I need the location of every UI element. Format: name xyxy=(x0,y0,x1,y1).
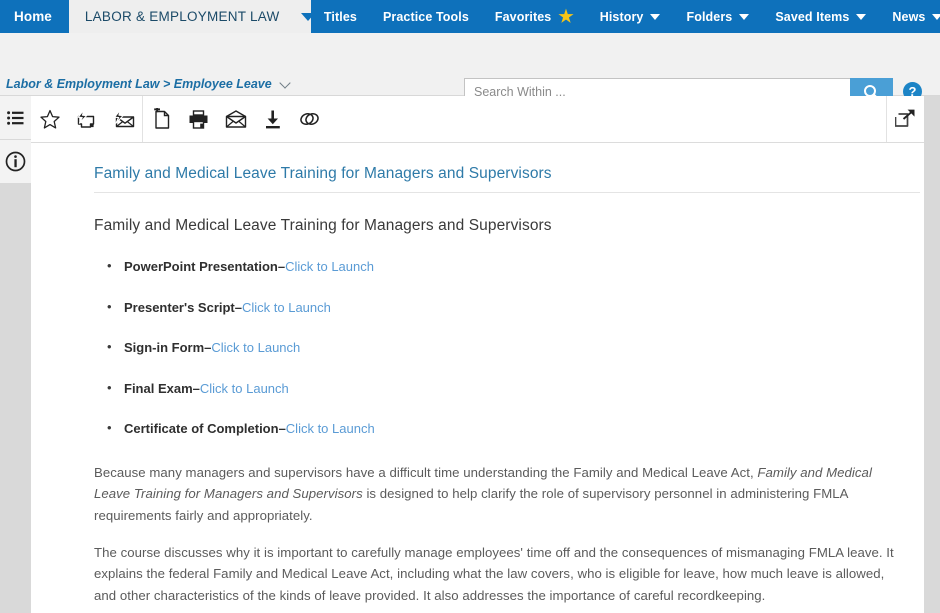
add-to-folder-button[interactable] xyxy=(143,96,180,142)
launch-link[interactable]: Click to Launch xyxy=(242,300,331,315)
active-practice-area-tab[interactable]: LABOR & EMPLOYMENT LAW xyxy=(68,0,316,33)
launch-link[interactable]: Click to Launch xyxy=(286,421,375,436)
download-icon xyxy=(265,110,280,128)
chevron-down-icon[interactable] xyxy=(281,79,292,90)
toolbar-group-quick-actions xyxy=(31,96,142,142)
nav-item-folders-label: Folders xyxy=(686,9,733,24)
table-of-contents-button[interactable] xyxy=(0,96,31,140)
active-tab-label: LABOR & EMPLOYMENT LAW xyxy=(84,9,280,24)
open-in-new-window-button[interactable] xyxy=(887,96,924,142)
print-icon xyxy=(189,109,208,129)
chevron-down-icon[interactable] xyxy=(301,12,316,21)
chevron-down-icon xyxy=(739,13,750,20)
right-edge-strip xyxy=(924,96,940,613)
chevron-down-icon xyxy=(856,13,867,20)
document-content: Family and Medical Leave Training for Ma… xyxy=(31,143,924,613)
document-heading-link[interactable]: Family and Medical Leave Training for Ma… xyxy=(94,165,920,193)
body-area: Family and Medical Leave Training for Ma… xyxy=(0,96,940,613)
launch-item-list: PowerPoint Presentation–Click to Launch … xyxy=(94,258,894,437)
list-item: Presenter's Script–Click to Launch xyxy=(107,299,894,316)
nav-item-news-label: News xyxy=(892,9,926,24)
chevron-down-icon xyxy=(650,13,661,20)
top-navigation-bar: Home LABOR & EMPLOYMENT LAW Titles Pract… xyxy=(0,0,940,33)
nav-item-history[interactable]: History xyxy=(587,0,674,33)
nav-item-favorites[interactable]: Favorites ★ xyxy=(482,0,587,33)
nav-item-titles-label: Titles xyxy=(323,9,357,24)
toolbar-group-delivery xyxy=(143,96,328,142)
top-nav-menu: Titles Practice Tools Favorites ★ Histor… xyxy=(311,0,940,33)
document-scroll-region[interactable]: Family and Medical Leave Training for Ma… xyxy=(31,143,924,613)
email-button[interactable] xyxy=(217,96,254,142)
nav-item-folders[interactable]: Folders xyxy=(673,0,762,33)
list-item: Certificate of Completion–Click to Launc… xyxy=(107,420,894,437)
list-item: PowerPoint Presentation–Click to Launch xyxy=(107,258,894,275)
launch-item-label: Final Exam– xyxy=(124,380,200,396)
breadcrumb: Labor & Employment Law > Employee Leave xyxy=(6,77,292,91)
nav-item-practice-tools-label: Practice Tools xyxy=(382,9,469,24)
paragraph-text: Because many managers and supervisors ha… xyxy=(94,464,758,480)
nav-item-favorites-label: Favorites xyxy=(494,9,552,24)
quick-email-icon xyxy=(113,108,134,127)
breadcrumb-label[interactable]: Labor & Employment Law > Employee Leave xyxy=(6,77,272,91)
launch-link[interactable]: Click to Launch xyxy=(285,259,374,274)
add-to-folder-icon xyxy=(153,108,169,129)
quick-print-button[interactable] xyxy=(68,96,105,142)
nav-item-history-label: History xyxy=(599,9,644,24)
nav-item-titles[interactable]: Titles xyxy=(311,0,370,33)
download-button[interactable] xyxy=(254,96,291,142)
list-item: Final Exam–Click to Launch xyxy=(107,380,894,397)
home-button-label: Home xyxy=(14,9,52,24)
chevron-down-icon xyxy=(932,13,940,20)
left-rail xyxy=(0,96,31,613)
nav-item-saved-items-label: Saved Items xyxy=(775,9,850,24)
application-window: Home LABOR & EMPLOYMENT LAW Titles Pract… xyxy=(0,0,940,613)
home-button[interactable]: Home xyxy=(0,0,69,33)
print-button[interactable] xyxy=(180,96,217,142)
page-header: Labor & Employment Law > Employee Leave … xyxy=(0,33,940,125)
email-icon xyxy=(225,109,246,128)
launch-item-label: Presenter's Script– xyxy=(124,299,242,315)
favorite-star-icon xyxy=(39,109,60,129)
nav-item-practice-tools[interactable]: Practice Tools xyxy=(370,0,482,33)
list-item: Sign-in Form–Click to Launch xyxy=(107,339,894,356)
document-panel: Family and Medical Leave Training for Ma… xyxy=(31,96,924,613)
table-of-contents-icon xyxy=(7,110,24,125)
info-icon xyxy=(5,151,26,172)
favorite-star-button[interactable] xyxy=(31,96,68,142)
copy-link-button[interactable] xyxy=(291,96,328,142)
document-paragraph: The course discusses why it is important… xyxy=(94,545,894,603)
quick-print-icon xyxy=(77,108,95,128)
quick-email-button[interactable] xyxy=(105,96,142,142)
link-icon xyxy=(300,113,319,125)
launch-link[interactable]: Click to Launch xyxy=(200,381,289,396)
toolbar-right-group xyxy=(886,96,924,142)
launch-link[interactable]: Click to Launch xyxy=(211,340,300,355)
document-heading: Family and Medical Leave Training for Ma… xyxy=(94,217,552,234)
document-paragraph: Because many managers and supervisors ha… xyxy=(94,462,894,526)
launch-item-label: Certificate of Completion– xyxy=(124,421,286,437)
document-info-button[interactable] xyxy=(0,140,31,184)
launch-item-label: PowerPoint Presentation– xyxy=(124,259,286,274)
nav-item-saved-items[interactable]: Saved Items xyxy=(762,0,879,33)
nav-item-news[interactable]: News xyxy=(879,0,940,33)
star-icon: ★ xyxy=(558,7,574,26)
open-in-new-window-icon xyxy=(895,109,915,127)
document-toolbar xyxy=(31,96,924,143)
launch-item-label: Sign-in Form– xyxy=(124,340,212,356)
